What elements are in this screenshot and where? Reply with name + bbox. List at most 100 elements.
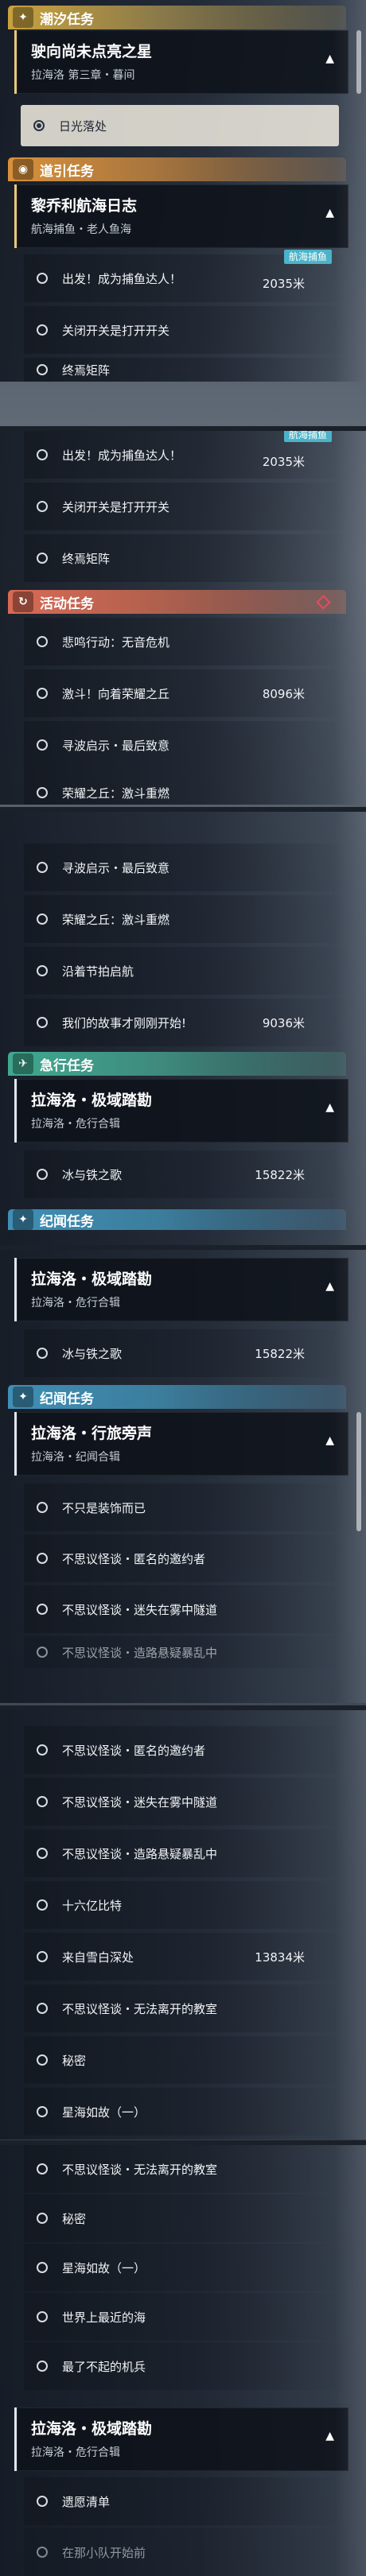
radio-icon (37, 2262, 48, 2273)
category-guide-quests[interactable]: ◉ 道引任务 (8, 157, 346, 181)
quest-card-travel-voices[interactable]: 拉海洛・行旅旁声 拉海洛・纪闻合辑 ▲ (14, 1412, 348, 1476)
tidal-icon: ✦ (13, 7, 33, 28)
quest-objective[interactable]: 荣耀之丘：激斗重燃 (24, 895, 346, 943)
quest-objective[interactable]: 我们的故事才刚刚开始! 9036米 (24, 999, 346, 1046)
quest-objective[interactable]: 不思议怪谈・无法离开的教室 (24, 1984, 346, 2032)
quest-objective[interactable]: 冰与铁之歌 15822米 (24, 1329, 346, 1377)
radio-icon (37, 2547, 48, 2558)
radio-selected-icon (33, 120, 45, 131)
quest-objective[interactable]: 遗愿清单 (24, 2477, 346, 2525)
radio-icon (37, 501, 48, 512)
quest-objective[interactable]: 不思议怪谈・造路悬疑暴乱中 (24, 1636, 346, 1668)
radio-icon (37, 1647, 48, 1658)
collapse-chevron-icon: ▲ (325, 1280, 334, 1293)
category-event-quests[interactable]: ↻ 活动任务 (8, 590, 346, 614)
quest-objective[interactable]: 出发！成为捕鱼达人！ 航海捕鱼 2035米 (24, 250, 346, 302)
event-swirl-icon: ↻ (13, 592, 33, 612)
quest-objective[interactable]: 星海如故（一） (24, 2088, 346, 2136)
quest-subtitle: 拉海洛 第三章・暮间 (31, 69, 135, 82)
radio-icon (37, 1017, 48, 1028)
quest-objective[interactable]: 寻波启示・最后致意 (24, 721, 346, 769)
quest-objective[interactable]: 终焉矩阵 (24, 358, 346, 382)
quest-objective[interactable]: 来自雪白深处 13834米 (24, 1933, 346, 1980)
collapse-chevron-icon: ▲ (325, 207, 334, 219)
screenshot-panel-4: 拉海洛・极域踏勘 拉海洛・危行合辑 ▲ 冰与铁之歌 15822米 ✦ 纪闻任务 … (0, 1250, 366, 1703)
distance-label: 9036米 (262, 1016, 305, 1030)
quest-objective[interactable]: 关闭开关是打开开关 (24, 483, 346, 530)
distance-label: 2035米 (262, 455, 305, 469)
screenshot-panel-6: 不思议怪谈・无法离开的教室 秘密 星海如故（一） 世界上最近的海 最了不起的机兵… (0, 2145, 366, 2576)
radio-icon (37, 2311, 48, 2322)
radio-icon (37, 364, 48, 375)
distance-label: 15822米 (255, 1168, 305, 1182)
radio-icon (37, 2213, 48, 2224)
alert-diamond-icon (316, 595, 331, 610)
category-tidal-quests[interactable]: ✦ 潮汐任务 (8, 6, 346, 29)
quest-objective[interactable]: 十六亿比特 (24, 1881, 346, 1929)
distance-label: 8096米 (262, 687, 305, 701)
collapse-chevron-icon: ▲ (325, 1101, 334, 1114)
scrollbar[interactable] (356, 30, 361, 94)
quest-objective[interactable]: 不思议怪谈・造路悬疑暴乱中 (24, 1829, 346, 1877)
radio-icon (37, 273, 48, 284)
quest-objective[interactable]: 不只是装饰而已 (24, 1484, 346, 1531)
quest-title: 拉海洛・行旅旁声 (31, 1425, 153, 1442)
fishing-badge: 航海捕鱼 (283, 431, 332, 442)
quest-title: 拉海洛・极域踏勘 (31, 2420, 153, 2438)
category-chronicle-quests[interactable]: ✦ 纪闻任务 (8, 1209, 346, 1230)
radio-icon (37, 324, 48, 336)
quest-objective[interactable]: 寻波启示・最后致意 (24, 844, 346, 891)
collapse-chevron-icon: ▲ (325, 2430, 334, 2442)
quest-objective[interactable]: 不思议怪谈・迷失在雾中隧道 (24, 1585, 346, 1633)
radio-icon (37, 2496, 48, 2507)
quest-subtitle: 拉海洛・纪闻合辑 (31, 1451, 120, 1464)
collapse-chevron-icon: ▲ (325, 52, 334, 65)
radio-icon (37, 553, 48, 564)
quest-objective[interactable]: 秘密 (24, 2036, 346, 2084)
quest-objective[interactable]: 出发！成为捕鱼达人！ 航海捕鱼 2035米 (24, 431, 346, 479)
radio-icon (37, 2163, 48, 2174)
quest-card-voyage[interactable]: 驶向尚未点亮之星 拉海洛 第三章・暮间 ▲ (14, 30, 348, 94)
radio-icon (37, 1169, 48, 1180)
quest-objective-selected[interactable]: 日光落处 (21, 105, 339, 146)
radio-icon (37, 1604, 48, 1615)
radio-icon (37, 1744, 48, 1755)
quest-card-logbook[interactable]: 黎乔利航海日志 航海捕鱼・老人鱼海 ▲ (14, 184, 348, 248)
quest-card-expedition[interactable]: 拉海洛・极域踏勘 拉海洛・危行合辑 ▲ (14, 1258, 348, 1321)
quest-card-expedition[interactable]: 拉海洛・极域踏勘 拉海洛・危行合辑 ▲ (14, 2407, 348, 2471)
quest-objective[interactable]: 激斗！向着荣耀之丘 8096米 (24, 669, 346, 717)
collapse-chevron-icon: ▲ (325, 1434, 334, 1447)
quest-objective[interactable]: 荣耀之丘：激斗重燃 (24, 769, 346, 805)
quest-title: 黎乔利航海日志 (31, 197, 138, 215)
quest-objective[interactable]: 不思议怪谈・迷失在雾中隧道 (24, 1778, 346, 1825)
screenshot-panel-5: 不思议怪谈・匿名的邀约者 不思议怪谈・迷失在雾中隧道 不思议怪谈・造路悬疑暴乱中… (0, 1710, 366, 2140)
quest-objective[interactable]: 冰与铁之歌 15822米 (24, 1150, 346, 1198)
radio-icon (37, 862, 48, 873)
radio-icon (37, 2106, 48, 2117)
scrollbar[interactable] (356, 1412, 361, 1531)
radio-icon (37, 1951, 48, 1962)
quest-objective[interactable]: 关闭开关是打开开关 (24, 306, 346, 354)
radio-icon (37, 787, 48, 798)
category-chronicle-quests[interactable]: ✦ 纪闻任务 (8, 1385, 346, 1409)
chronicle-icon: ✦ (13, 1209, 33, 1230)
quest-objective[interactable]: 悲鸣行动：无音危机 (24, 618, 346, 665)
radio-icon (37, 2003, 48, 2014)
radio-icon (37, 739, 48, 751)
quest-title: 驶向尚未点亮之星 (31, 43, 153, 60)
quest-objective[interactable]: 星海如故（一） (24, 2244, 346, 2291)
radio-icon (37, 1848, 48, 1859)
screenshot-panel-3: 寻波启示・最后致意 荣耀之丘：激斗重燃 沿着节拍启航 我们的故事才刚刚开始! 9… (0, 812, 366, 1245)
quest-objective[interactable]: 不思议怪谈・匿名的邀约者 (24, 1726, 346, 1774)
quest-objective[interactable]: 世界上最近的海 (24, 2293, 346, 2341)
quest-objective[interactable]: 最了不起的机兵 (24, 2342, 346, 2390)
quest-objective[interactable]: 秘密 (24, 2194, 346, 2242)
category-rush-quests[interactable]: ✈ 急行任务 (8, 1052, 346, 1076)
quest-objective[interactable]: 沿着节拍启航 (24, 947, 346, 995)
quest-objective[interactable]: 终焉矩阵 (24, 534, 346, 582)
quest-card-expedition[interactable]: 拉海洛・极域踏勘 拉海洛・危行合辑 ▲ (14, 1079, 348, 1143)
quest-objective[interactable]: 在那小队开始前 (24, 2528, 346, 2576)
quest-objective[interactable]: 不思议怪谈・无法离开的教室 (24, 2145, 346, 2193)
quest-subtitle: 拉海洛・危行合辑 (31, 1118, 120, 1131)
quest-objective[interactable]: 不思议怪谈・匿名的邀约者 (24, 1534, 346, 1582)
